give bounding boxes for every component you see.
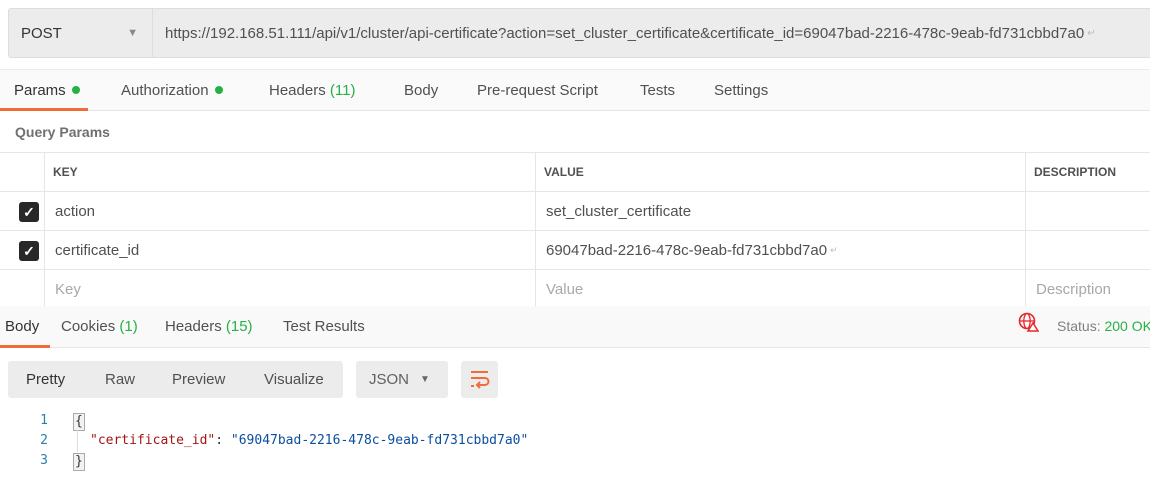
wrap-lines-button[interactable] [461, 361, 498, 398]
view-preview[interactable]: Preview [172, 361, 225, 398]
tab-body[interactable]: Body [404, 70, 438, 111]
query-params-title: Query Params [15, 124, 110, 140]
chevron-down-icon: ▼ [420, 374, 430, 385]
description-input[interactable] [1025, 192, 1150, 230]
column-key: KEY [44, 153, 535, 191]
tab-response-body[interactable]: Body [5, 306, 39, 347]
active-dot-icon [71, 86, 80, 94]
description-input[interactable]: Description [1025, 270, 1150, 308]
table-row-new: Key Value Description [0, 270, 1150, 309]
tab-authorization[interactable]: Authorization [121, 70, 223, 111]
response-tabs: Body Cookies (1) Headers (15) Test Resul… [0, 306, 1150, 348]
url-text: https://192.168.51.111/api/v1/cluster/ap… [165, 24, 1085, 42]
tab-pre-request-script[interactable]: Pre-request Script [477, 70, 598, 111]
open-brace: { [73, 413, 85, 431]
view-visualize[interactable]: Visualize [264, 361, 324, 398]
value-input[interactable]: set_cluster_certificate [535, 192, 1025, 230]
column-description: DESCRIPTION [1025, 153, 1150, 191]
close-brace: } [73, 453, 85, 471]
view-pretty[interactable]: Pretty [26, 361, 65, 398]
active-tab-indicator [0, 345, 50, 348]
method-select[interactable]: POST ▼ [9, 9, 153, 57]
table-row: ✓ action set_cluster_certificate [0, 192, 1150, 231]
indent-guide [77, 430, 78, 452]
request-bar: POST ▼ https://192.168.51.111/api/v1/clus… [8, 8, 1150, 58]
line-number: 3 [40, 453, 48, 468]
url-input[interactable]: https://192.168.51.111/api/v1/cluster/ap… [153, 9, 1150, 57]
key-input[interactable]: action [44, 192, 535, 230]
network-error-icon[interactable] [1018, 307, 1040, 348]
key-input[interactable]: certificate_id [44, 231, 535, 269]
description-input[interactable] [1025, 231, 1150, 269]
tab-tests[interactable]: Tests [640, 70, 675, 111]
json-line: "certificate_id": "69047bad-2216-478c-9e… [90, 433, 529, 448]
tab-test-results[interactable]: Test Results [283, 306, 365, 347]
tab-cookies[interactable]: Cookies (1) [61, 306, 138, 347]
format-select[interactable]: JSON ▼ [356, 361, 448, 398]
value-input[interactable]: 69047bad-2216-478c-9eab-fd731cbbd7a0 ↵ [535, 231, 1025, 269]
chevron-down-icon: ▼ [127, 27, 138, 39]
tab-settings[interactable]: Settings [714, 70, 768, 111]
tab-params[interactable]: Params [14, 70, 80, 111]
tab-headers[interactable]: Headers (11) [269, 70, 355, 111]
wrap-icon [471, 371, 490, 389]
request-tabs: Params Authorization Headers (11) Body P… [0, 69, 1150, 111]
active-tab-indicator [0, 108, 88, 111]
checkbox-checked[interactable]: ✓ [19, 202, 39, 222]
method-label: POST [21, 24, 62, 42]
view-raw[interactable]: Raw [105, 361, 135, 398]
status-indicator: Status: 200 OK [1057, 318, 1150, 334]
active-dot-icon [214, 86, 223, 94]
table-header: KEY VALUE DESCRIPTION [0, 153, 1150, 192]
tab-response-headers[interactable]: Headers (15) [165, 306, 253, 347]
table-row: ✓ certificate_id 69047bad-2216-478c-9eab… [0, 231, 1150, 270]
column-value: VALUE [535, 153, 1025, 191]
key-input[interactable]: Key [44, 270, 535, 308]
line-number: 2 [40, 433, 48, 448]
view-mode-selector: Pretty Raw Preview Visualize [8, 361, 343, 398]
return-icon: ↵ [830, 244, 838, 255]
query-params-table: KEY VALUE DESCRIPTION ✓ action set_clust… [0, 152, 1150, 309]
return-icon: ↵ [1087, 27, 1096, 39]
line-number: 1 [40, 413, 48, 428]
value-input[interactable]: Value [535, 270, 1025, 308]
checkbox-checked[interactable]: ✓ [19, 241, 39, 261]
